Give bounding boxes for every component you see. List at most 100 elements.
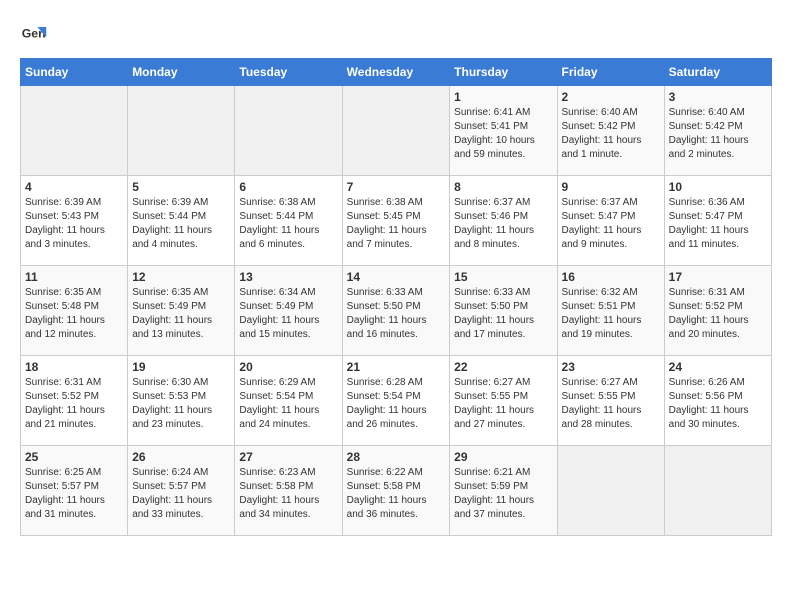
day-info: Sunrise: 6:33 AM Sunset: 5:50 PM Dayligh… — [347, 286, 446, 342]
col-friday: Friday — [557, 59, 664, 86]
day-number: 14 — [347, 270, 446, 284]
calendar-body: 1 Sunrise: 6:41 AM Sunset: 5:41 PM Daylig… — [21, 86, 772, 536]
day-info: Sunrise: 6:31 AM Sunset: 5:52 PM Dayligh… — [669, 286, 767, 342]
day-number: 15 — [454, 270, 552, 284]
calendar-cell: 1 Sunrise: 6:41 AM Sunset: 5:41 PM Daylig… — [450, 86, 557, 176]
week-row-5: 25 Sunrise: 6:25 AM Sunset: 5:57 PM Dayli… — [21, 446, 772, 536]
day-info: Sunrise: 6:39 AM Sunset: 5:44 PM Dayligh… — [132, 196, 230, 252]
week-row-1: 1 Sunrise: 6:41 AM Sunset: 5:41 PM Daylig… — [21, 86, 772, 176]
calendar-cell: 26 Sunrise: 6:24 AM Sunset: 5:57 PM Dayli… — [128, 446, 235, 536]
calendar-cell: 20Sunrise: 6:29 AM Sunset: 5:54 PM Dayli… — [235, 356, 342, 446]
day-info: Sunrise: 6:24 AM Sunset: 5:57 PM Dayligh… — [132, 466, 230, 522]
day-info: Sunrise: 6:23 AM Sunset: 5:58 PM Dayligh… — [239, 466, 337, 522]
calendar-cell: 4Sunrise: 6:39 AM Sunset: 5:43 PM Daylig… — [21, 176, 128, 266]
day-info: Sunrise: 6:41 AM Sunset: 5:41 PM Dayligh… — [454, 106, 552, 162]
col-wednesday: Wednesday — [342, 59, 450, 86]
day-number: 28 — [347, 450, 446, 464]
calendar-cell: 14 Sunrise: 6:33 AM Sunset: 5:50 PM Dayli… — [342, 266, 450, 356]
calendar-cell: 5 Sunrise: 6:39 AM Sunset: 5:44 PM Daylig… — [128, 176, 235, 266]
col-monday: Monday — [128, 59, 235, 86]
day-info: Sunrise: 6:21 AM Sunset: 5:59 PM Dayligh… — [454, 466, 552, 522]
calendar-cell: 18 Sunrise: 6:31 AM Sunset: 5:52 PM Dayli… — [21, 356, 128, 446]
day-number: 3 — [669, 90, 767, 104]
day-number: 27 — [239, 450, 337, 464]
calendar-table: Sunday Monday Tuesday Wednesday Thursday… — [20, 58, 772, 536]
day-number: 21 — [347, 360, 446, 374]
day-number: 19 — [132, 360, 230, 374]
day-info: Sunrise: 6:38 AM Sunset: 5:45 PM Dayligh… — [347, 196, 446, 252]
calendar-cell: 28 Sunrise: 6:22 AM Sunset: 5:58 PM Dayli… — [342, 446, 450, 536]
calendar-cell: 6 Sunrise: 6:38 AM Sunset: 5:44 PM Daylig… — [235, 176, 342, 266]
calendar-cell: 7 Sunrise: 6:38 AM Sunset: 5:45 PM Daylig… — [342, 176, 450, 266]
day-number: 7 — [347, 180, 446, 194]
day-number: 2 — [562, 90, 660, 104]
day-number: 5 — [132, 180, 230, 194]
calendar-cell: 27 Sunrise: 6:23 AM Sunset: 5:58 PM Dayli… — [235, 446, 342, 536]
day-number: 26 — [132, 450, 230, 464]
day-number: 29 — [454, 450, 552, 464]
calendar-cell: 29 Sunrise: 6:21 AM Sunset: 5:59 PM Dayli… — [450, 446, 557, 536]
col-saturday: Saturday — [664, 59, 771, 86]
day-number: 8 — [454, 180, 552, 194]
calendar-cell: 12Sunrise: 6:35 AM Sunset: 5:49 PM Dayli… — [128, 266, 235, 356]
day-number: 23 — [562, 360, 660, 374]
calendar-cell: 17 Sunrise: 6:31 AM Sunset: 5:52 PM Dayli… — [664, 266, 771, 356]
calendar-cell: 23 Sunrise: 6:27 AM Sunset: 5:55 PM Dayli… — [557, 356, 664, 446]
day-info: Sunrise: 6:36 AM Sunset: 5:47 PM Dayligh… — [669, 196, 767, 252]
day-number: 6 — [239, 180, 337, 194]
day-number: 17 — [669, 270, 767, 284]
calendar-cell: 11Sunrise: 6:35 AM Sunset: 5:48 PM Dayli… — [21, 266, 128, 356]
day-number: 25 — [25, 450, 123, 464]
day-info: Sunrise: 6:27 AM Sunset: 5:55 PM Dayligh… — [454, 376, 552, 432]
day-number: 16 — [562, 270, 660, 284]
col-thursday: Thursday — [450, 59, 557, 86]
calendar-cell: 19 Sunrise: 6:30 AM Sunset: 5:53 PM Dayli… — [128, 356, 235, 446]
day-info: Sunrise: 6:26 AM Sunset: 5:56 PM Dayligh… — [669, 376, 767, 432]
day-info: Sunrise: 6:34 AM Sunset: 5:49 PM Dayligh… — [239, 286, 337, 342]
day-number: 24 — [669, 360, 767, 374]
calendar-cell: 22 Sunrise: 6:27 AM Sunset: 5:55 PM Dayli… — [450, 356, 557, 446]
day-info: Sunrise: 6:28 AM Sunset: 5:54 PM Dayligh… — [347, 376, 446, 432]
day-info: Sunrise: 6:29 AM Sunset: 5:54 PM Dayligh… — [239, 376, 337, 432]
day-number: 18 — [25, 360, 123, 374]
calendar-cell: 25 Sunrise: 6:25 AM Sunset: 5:57 PM Dayli… — [21, 446, 128, 536]
day-info: Sunrise: 6:27 AM Sunset: 5:55 PM Dayligh… — [562, 376, 660, 432]
col-sunday: Sunday — [21, 59, 128, 86]
calendar-cell — [128, 86, 235, 176]
day-info: Sunrise: 6:33 AM Sunset: 5:50 PM Dayligh… — [454, 286, 552, 342]
header-row: Sunday Monday Tuesday Wednesday Thursday… — [21, 59, 772, 86]
day-info: Sunrise: 6:31 AM Sunset: 5:52 PM Dayligh… — [25, 376, 123, 432]
logo: Gen — [20, 20, 52, 48]
day-info: Sunrise: 6:40 AM Sunset: 5:42 PM Dayligh… — [562, 106, 660, 162]
calendar-cell — [342, 86, 450, 176]
day-number: 10 — [669, 180, 767, 194]
calendar-cell — [21, 86, 128, 176]
day-number: 11 — [25, 270, 123, 284]
calendar-cell: 24 Sunrise: 6:26 AM Sunset: 5:56 PM Dayli… — [664, 356, 771, 446]
calendar-cell: 13Sunrise: 6:34 AM Sunset: 5:49 PM Dayli… — [235, 266, 342, 356]
day-number: 9 — [562, 180, 660, 194]
calendar-cell: 10 Sunrise: 6:36 AM Sunset: 5:47 PM Dayli… — [664, 176, 771, 266]
week-row-4: 18 Sunrise: 6:31 AM Sunset: 5:52 PM Dayli… — [21, 356, 772, 446]
day-info: Sunrise: 6:40 AM Sunset: 5:42 PM Dayligh… — [669, 106, 767, 162]
week-row-2: 4Sunrise: 6:39 AM Sunset: 5:43 PM Daylig… — [21, 176, 772, 266]
day-number: 22 — [454, 360, 552, 374]
calendar-cell: 21 Sunrise: 6:28 AM Sunset: 5:54 PM Dayli… — [342, 356, 450, 446]
col-tuesday: Tuesday — [235, 59, 342, 86]
day-info: Sunrise: 6:25 AM Sunset: 5:57 PM Dayligh… — [25, 466, 123, 522]
logo-icon: Gen — [20, 20, 48, 48]
day-number: 4 — [25, 180, 123, 194]
week-row-3: 11Sunrise: 6:35 AM Sunset: 5:48 PM Dayli… — [21, 266, 772, 356]
day-info: Sunrise: 6:22 AM Sunset: 5:58 PM Dayligh… — [347, 466, 446, 522]
day-number: 12 — [132, 270, 230, 284]
calendar-cell: 9Sunrise: 6:37 AM Sunset: 5:47 PM Daylig… — [557, 176, 664, 266]
day-info: Sunrise: 6:30 AM Sunset: 5:53 PM Dayligh… — [132, 376, 230, 432]
day-number: 1 — [454, 90, 552, 104]
calendar-cell: 3 Sunrise: 6:40 AM Sunset: 5:42 PM Daylig… — [664, 86, 771, 176]
day-info: Sunrise: 6:37 AM Sunset: 5:46 PM Dayligh… — [454, 196, 552, 252]
calendar-cell: 2 Sunrise: 6:40 AM Sunset: 5:42 PM Daylig… — [557, 86, 664, 176]
calendar-cell: 16 Sunrise: 6:32 AM Sunset: 5:51 PM Dayli… — [557, 266, 664, 356]
day-info: Sunrise: 6:32 AM Sunset: 5:51 PM Dayligh… — [562, 286, 660, 342]
calendar-cell — [557, 446, 664, 536]
day-info: Sunrise: 6:38 AM Sunset: 5:44 PM Dayligh… — [239, 196, 337, 252]
